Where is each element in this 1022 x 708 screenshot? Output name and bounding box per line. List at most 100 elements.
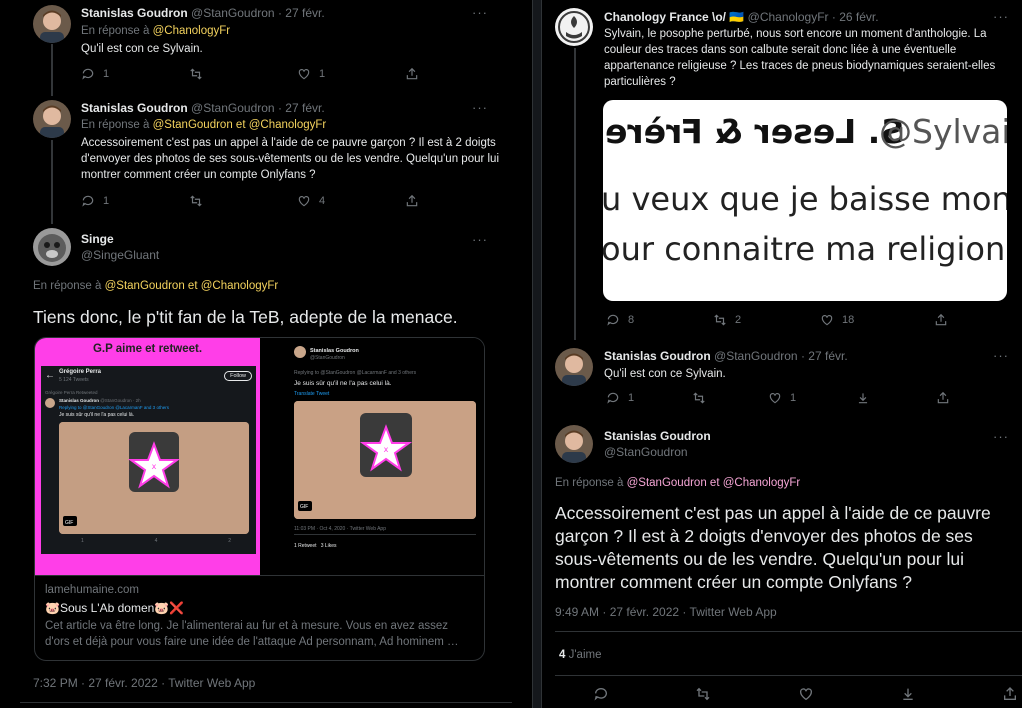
inner-tweet-meta: 11:03 PM · Oct 4, 2020 · Twitter Web App — [294, 526, 386, 532]
inner-tweet-stats: 1 4 2 — [81, 538, 231, 544]
reply-button[interactable]: 1 — [81, 194, 189, 208]
display-name[interactable]: Stanislas Goudron — [604, 429, 711, 443]
mention-link[interactable]: @ChanologyFr — [201, 280, 279, 292]
avatar[interactable] — [555, 348, 593, 386]
share-button[interactable] — [1002, 686, 1018, 702]
reply-icon — [607, 392, 619, 404]
mention-link[interactable]: @StanGoudron — [153, 119, 233, 131]
mention-link[interactable]: @ChanologyFr — [249, 119, 327, 131]
link-card[interactable]: G.P aime et retweet. ← Grégoire Perra 5 … — [34, 337, 485, 661]
inner-tweet-handle: @StanGoudron — [310, 355, 345, 361]
mention-link[interactable]: @StanGoudron — [627, 477, 707, 489]
retweet-icon — [714, 314, 726, 326]
more-options-icon[interactable]: ··· — [472, 100, 488, 115]
reply-context: En réponse à @StanGoudron et @ChanologyF… — [81, 119, 326, 131]
separator-dot: · — [800, 349, 805, 363]
reply-icon — [594, 688, 607, 701]
share-icon — [935, 313, 947, 326]
likes-summary[interactable]: 4 J'aime — [559, 649, 601, 661]
retweet-button[interactable] — [695, 686, 711, 702]
tweet-timestamp[interactable]: 9:49 AM · 27 févr. 2022 · Twitter Web Ap… — [555, 605, 777, 619]
tweet-image[interactable]: S. Leser & Frère @Sylvai u veux que je b… — [603, 100, 1007, 301]
share-button[interactable] — [936, 391, 950, 405]
like-button[interactable] — [798, 686, 814, 702]
inner-tweet-header: Stanislas Goudron @StanGoudron · 2h — [59, 398, 141, 403]
display-name[interactable]: Stanislas Goudron — [81, 101, 188, 115]
card-description: Cet article va être long. Je l'alimenter… — [45, 620, 459, 648]
tweet-date[interactable]: 27 févr. — [808, 349, 847, 363]
heart-icon — [799, 688, 812, 701]
share-button[interactable] — [934, 313, 948, 327]
tweet-date[interactable]: 27 févr. — [285, 6, 324, 20]
like-button[interactable]: 4 — [297, 194, 405, 208]
avatar[interactable] — [555, 425, 593, 463]
inner-screenshot: ← Grégoire Perra 5 124 Tweets Follow Gré… — [41, 366, 256, 554]
like-button[interactable]: 1 — [297, 67, 405, 81]
like-count: 1 — [790, 392, 797, 404]
heart-icon — [298, 196, 310, 207]
handle[interactable]: @StanGoudron — [714, 349, 798, 363]
display-name[interactable]: Chanology France \o/ 🇺🇦 — [604, 10, 744, 24]
download-button[interactable] — [900, 686, 916, 702]
image-top-row: S. Leser & Frère @Sylvai — [603, 104, 1007, 162]
reply-button[interactable]: 8 — [606, 313, 713, 327]
reply-button[interactable] — [593, 686, 609, 702]
avatar[interactable] — [33, 100, 71, 138]
mention-link[interactable]: @StanGoudron — [105, 280, 185, 292]
inner-retweeted: Grégoire Perra Retweeted — [45, 390, 98, 395]
heart-icon — [821, 315, 833, 326]
more-options-icon[interactable]: ··· — [993, 429, 1009, 444]
reply-button[interactable]: 1 — [606, 391, 692, 405]
mention-link[interactable]: @ChanologyFr — [153, 25, 231, 37]
mention-link[interactable]: @ChanologyFr — [723, 477, 801, 489]
handle[interactable]: @StanGoudron — [191, 101, 275, 115]
svg-text:x: x — [152, 462, 157, 471]
tweet-header: Stanislas Goudron @StanGoudron · 27 févr… — [81, 101, 325, 115]
tweet-date[interactable]: 26 févr. — [839, 10, 878, 24]
main-tweet-actions — [593, 686, 1018, 702]
more-options-icon[interactable]: ··· — [993, 348, 1009, 363]
display-name[interactable]: Stanislas Goudron — [81, 6, 188, 20]
tweet-date[interactable]: 27 févr. — [285, 101, 324, 115]
handle[interactable]: @StanGoudron — [191, 6, 275, 20]
inner-likes: 3 Likes — [320, 543, 337, 549]
like-button[interactable]: 18 — [820, 313, 934, 327]
like-count: 1 — [319, 68, 326, 80]
more-options-icon[interactable]: ··· — [472, 232, 488, 247]
display-name[interactable]: Singe — [81, 232, 114, 246]
tweet-text: Tiens donc, le p'tit fan de la TeB, adep… — [33, 307, 458, 327]
reply-and: et — [235, 119, 246, 131]
avatar[interactable] — [33, 5, 71, 43]
thread-line — [574, 48, 576, 340]
share-icon — [937, 391, 949, 404]
retweet-button[interactable] — [189, 194, 297, 208]
retweet-button[interactable] — [692, 391, 768, 405]
handle[interactable]: @SingeGluant — [81, 248, 159, 262]
card-image: G.P aime et retweet. ← Grégoire Perra 5 … — [35, 338, 484, 575]
reply-button[interactable]: 1 — [81, 67, 189, 81]
like-button[interactable]: 1 — [768, 391, 856, 405]
retweet-button[interactable] — [189, 67, 297, 81]
like-count: 4 — [319, 195, 326, 207]
share-button[interactable] — [405, 67, 419, 81]
likes-count: 4 — [559, 649, 566, 661]
separator-dot: · — [277, 6, 282, 20]
share-button[interactable] — [405, 194, 419, 208]
tweet-text: Accessoirement c'est pas un appel à l'ai… — [81, 137, 500, 181]
download-button[interactable] — [856, 391, 936, 405]
tweet-header: Stanislas Goudron @StanGoudron · 27 févr… — [604, 349, 848, 363]
handle[interactable]: @ChanologyFr — [748, 10, 829, 24]
dark-screenshot: Stanislas Goudron @StanGoudron Replying … — [260, 338, 484, 575]
handle[interactable]: @StanGoudron — [604, 445, 688, 459]
more-options-icon[interactable]: ··· — [472, 5, 488, 20]
inner-engagement: 1 Retweet 3 Likes — [294, 543, 337, 549]
tweet-text: Qu'il est con ce Sylvain. — [81, 43, 203, 55]
reply-icon — [607, 314, 619, 326]
tweet-actions: 1 4 — [81, 194, 419, 208]
more-options-icon[interactable]: ··· — [993, 9, 1009, 24]
avatar[interactable] — [555, 8, 593, 46]
display-name[interactable]: Stanislas Goudron — [604, 349, 711, 363]
tweet-timestamp[interactable]: 7:32 PM · 27 févr. 2022 · Twitter Web Ap… — [33, 676, 255, 690]
retweet-button[interactable]: 2 — [713, 313, 820, 327]
avatar[interactable] — [33, 228, 71, 266]
